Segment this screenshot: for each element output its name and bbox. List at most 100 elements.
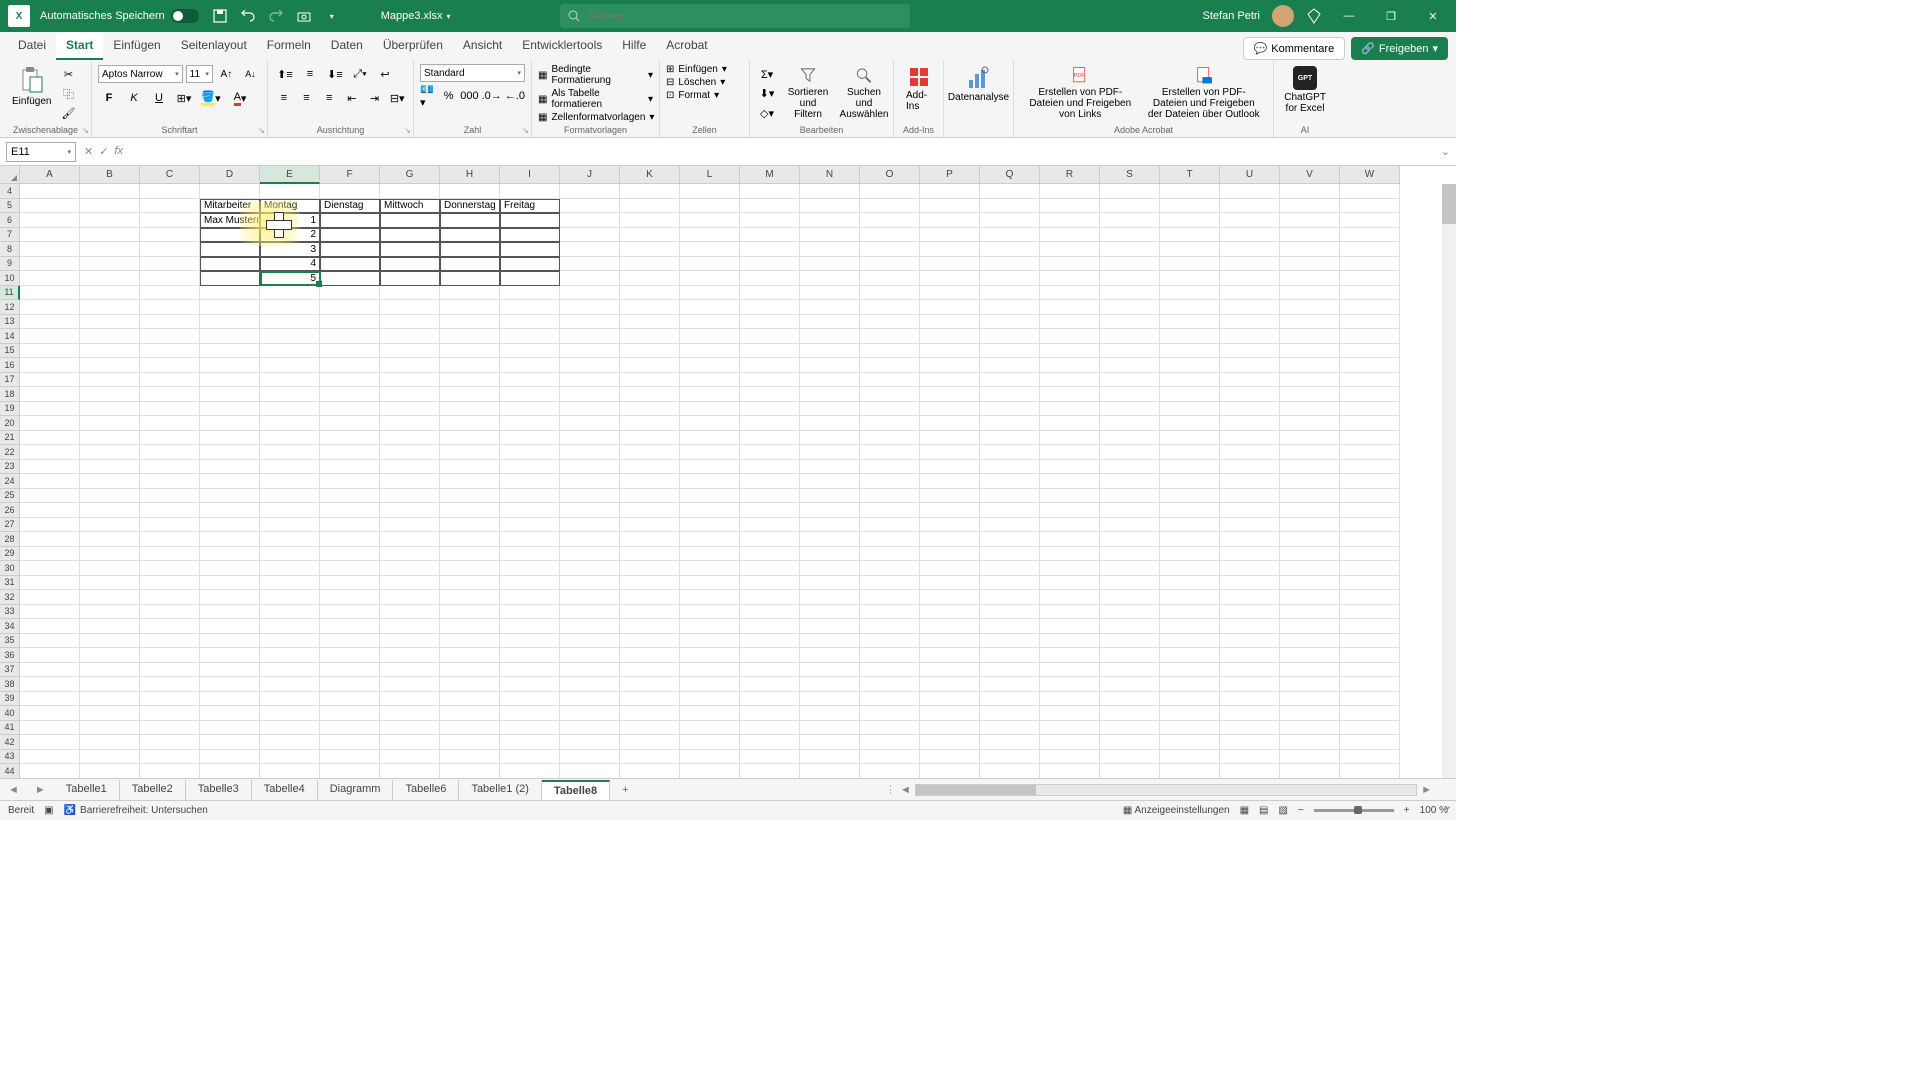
cell-B34[interactable] — [80, 619, 140, 634]
cell-B44[interactable] — [80, 764, 140, 778]
cell-T29[interactable] — [1160, 547, 1220, 562]
cell-B28[interactable] — [80, 532, 140, 547]
cell-D34[interactable] — [200, 619, 260, 634]
cell-B18[interactable] — [80, 387, 140, 402]
menu-tab-überprüfen[interactable]: Überprüfen — [373, 32, 453, 60]
cell-U40[interactable] — [1220, 706, 1280, 721]
cell-F26[interactable] — [320, 503, 380, 518]
cell-F18[interactable] — [320, 387, 380, 402]
cell-F38[interactable] — [320, 677, 380, 692]
cell-B15[interactable] — [80, 344, 140, 359]
cell-B38[interactable] — [80, 677, 140, 692]
cell-Q33[interactable] — [980, 605, 1040, 620]
cell-H17[interactable] — [440, 373, 500, 388]
cell-D42[interactable] — [200, 735, 260, 750]
cell-Q7[interactable] — [980, 228, 1040, 243]
cell-U27[interactable] — [1220, 518, 1280, 533]
cell-C39[interactable] — [140, 692, 200, 707]
cell-O37[interactable] — [860, 663, 920, 678]
cell-T11[interactable] — [1160, 286, 1220, 301]
cell-N32[interactable] — [800, 590, 860, 605]
cell-O16[interactable] — [860, 358, 920, 373]
cell-D18[interactable] — [200, 387, 260, 402]
cell-M16[interactable] — [740, 358, 800, 373]
cell-J17[interactable] — [560, 373, 620, 388]
cell-O5[interactable] — [860, 199, 920, 214]
cell-R31[interactable] — [1040, 576, 1100, 591]
cell-U25[interactable] — [1220, 489, 1280, 504]
cell-L40[interactable] — [680, 706, 740, 721]
cell-Q12[interactable] — [980, 300, 1040, 315]
cell-A20[interactable] — [20, 416, 80, 431]
row-header-23[interactable]: 23 — [0, 460, 20, 475]
cell-B43[interactable] — [80, 750, 140, 765]
sheet-tab-tabelle1[interactable]: Tabelle1 — [54, 780, 120, 800]
cell-I22[interactable] — [500, 445, 560, 460]
cell-W15[interactable] — [1340, 344, 1400, 359]
cell-W4[interactable] — [1340, 184, 1400, 199]
cell-F36[interactable] — [320, 648, 380, 663]
cell-T22[interactable] — [1160, 445, 1220, 460]
cell-F42[interactable] — [320, 735, 380, 750]
cell-C16[interactable] — [140, 358, 200, 373]
cell-W23[interactable] — [1340, 460, 1400, 475]
cell-J18[interactable] — [560, 387, 620, 402]
cell-A39[interactable] — [20, 692, 80, 707]
cell-Q22[interactable] — [980, 445, 1040, 460]
cell-U29[interactable] — [1220, 547, 1280, 562]
row-header-14[interactable]: 14 — [0, 329, 20, 344]
cell-R25[interactable] — [1040, 489, 1100, 504]
col-header-G[interactable]: G — [380, 166, 440, 184]
cell-C7[interactable] — [140, 228, 200, 243]
cell-K27[interactable] — [620, 518, 680, 533]
cell-V32[interactable] — [1280, 590, 1340, 605]
cell-H16[interactable] — [440, 358, 500, 373]
cell-N40[interactable] — [800, 706, 860, 721]
cell-K22[interactable] — [620, 445, 680, 460]
cell-G13[interactable] — [380, 315, 440, 330]
cell-E43[interactable] — [260, 750, 320, 765]
cell-Q34[interactable] — [980, 619, 1040, 634]
fx-button[interactable]: fx — [114, 145, 123, 158]
cell-H24[interactable] — [440, 474, 500, 489]
cell-U44[interactable] — [1220, 764, 1280, 778]
cell-S35[interactable] — [1100, 634, 1160, 649]
cell-M39[interactable] — [740, 692, 800, 707]
cell-K13[interactable] — [620, 315, 680, 330]
cell-A21[interactable] — [20, 431, 80, 446]
cell-G5[interactable]: Mittwoch — [380, 199, 440, 214]
cell-U16[interactable] — [1220, 358, 1280, 373]
cell-K18[interactable] — [620, 387, 680, 402]
cell-R11[interactable] — [1040, 286, 1100, 301]
view-normal-button[interactable]: ▦ — [1240, 805, 1249, 816]
fill-button[interactable]: ⬇▾ — [756, 85, 778, 102]
cell-W19[interactable] — [1340, 402, 1400, 417]
cell-K42[interactable] — [620, 735, 680, 750]
cell-V5[interactable] — [1280, 199, 1340, 214]
expand-formula-bar[interactable]: ⌄ — [1435, 145, 1456, 158]
cell-C20[interactable] — [140, 416, 200, 431]
menu-tab-seitenlayout[interactable]: Seitenlayout — [171, 32, 257, 60]
menu-tab-hilfe[interactable]: Hilfe — [612, 32, 656, 60]
cell-S43[interactable] — [1100, 750, 1160, 765]
search-input[interactable] — [586, 10, 902, 22]
cell-Q41[interactable] — [980, 721, 1040, 736]
cell-N11[interactable] — [800, 286, 860, 301]
cell-M19[interactable] — [740, 402, 800, 417]
cell-S37[interactable] — [1100, 663, 1160, 678]
accept-formula-button[interactable]: ✓ — [99, 145, 108, 158]
cell-W43[interactable] — [1340, 750, 1400, 765]
cell-P19[interactable] — [920, 402, 980, 417]
cell-F6[interactable] — [320, 213, 380, 228]
addins-button[interactable]: Add-Ins — [900, 64, 937, 114]
cell-T13[interactable] — [1160, 315, 1220, 330]
cell-R15[interactable] — [1040, 344, 1100, 359]
row-header-42[interactable]: 42 — [0, 735, 20, 750]
cell-C42[interactable] — [140, 735, 200, 750]
row-header-33[interactable]: 33 — [0, 605, 20, 620]
sheet-tab-tabelle4[interactable]: Tabelle4 — [252, 780, 318, 800]
cell-A7[interactable] — [20, 228, 80, 243]
camera-button[interactable] — [295, 7, 313, 25]
cell-F5[interactable]: Dienstag — [320, 199, 380, 214]
cell-S36[interactable] — [1100, 648, 1160, 663]
